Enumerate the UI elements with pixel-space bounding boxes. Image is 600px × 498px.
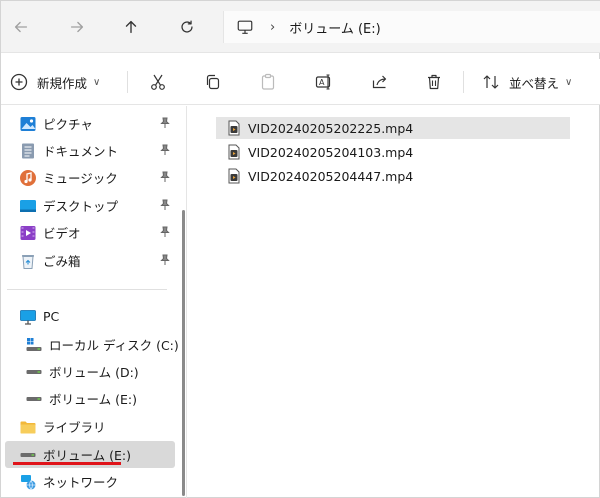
address-bar-area: › ボリューム (E:) bbox=[1, 1, 600, 53]
sidebar-divider bbox=[7, 289, 167, 290]
arrow-up-icon bbox=[125, 20, 137, 34]
address-breadcrumb[interactable]: › ボリューム (E:) bbox=[223, 11, 600, 43]
drive-icon bbox=[19, 446, 37, 464]
sidebar-item-desktop[interactable]: デスクトップ bbox=[5, 192, 175, 219]
sidebar-item-label: ピクチャ bbox=[43, 117, 93, 132]
pin-icon[interactable] bbox=[159, 171, 171, 183]
rename-button[interactable]: A bbox=[311, 67, 337, 97]
new-button[interactable]: 新規作成 ∨ bbox=[9, 67, 100, 97]
sidebar-item-label: ローカル ディスク (C:) bbox=[49, 338, 179, 353]
scissors-icon bbox=[151, 74, 165, 90]
sidebar-item-label: PC bbox=[43, 309, 60, 324]
video-file-icon bbox=[228, 144, 240, 160]
chevron-right-icon[interactable]: › bbox=[270, 20, 275, 35]
share-icon bbox=[372, 75, 387, 89]
music-icon bbox=[19, 169, 37, 187]
sidebar-item-label: デスクトップ bbox=[43, 199, 119, 214]
pc-icon bbox=[19, 308, 37, 326]
chevron-down-icon: ∨ bbox=[565, 76, 573, 88]
pin-icon[interactable] bbox=[159, 254, 171, 266]
videos-icon bbox=[19, 224, 37, 242]
breadcrumb-current[interactable]: ボリューム (E:) bbox=[289, 18, 380, 37]
red-underline-annotation bbox=[13, 462, 121, 465]
sidebar-item-label: ドキュメント bbox=[43, 144, 119, 159]
sidebar-item-pc[interactable]: PC bbox=[5, 303, 175, 330]
sidebar-item-music[interactable]: ミュージック bbox=[5, 164, 175, 191]
monitor-icon bbox=[237, 20, 253, 34]
sidebar-item-label: ネットワーク bbox=[43, 475, 119, 490]
sidebar-item-local-disk-c[interactable]: ローカル ディスク (C:) bbox=[5, 331, 179, 358]
forward-button[interactable] bbox=[63, 13, 91, 41]
up-button[interactable] bbox=[117, 13, 145, 41]
sidebar-item-pictures[interactable]: ピクチャ bbox=[5, 110, 175, 137]
rename-icon: A bbox=[315, 74, 331, 90]
sidebar-item-documents[interactable]: ドキュメント bbox=[5, 137, 175, 164]
sort-button-label: 並べ替え bbox=[509, 75, 560, 91]
file-name: VID20240205204447.mp4 bbox=[248, 168, 414, 184]
file-row[interactable]: VID20240205204447.mp4 bbox=[216, 165, 570, 187]
arrow-left-icon bbox=[14, 21, 28, 33]
copy-icon bbox=[206, 74, 220, 90]
plus-circle-icon bbox=[10, 73, 28, 91]
toolbar-divider bbox=[463, 71, 464, 93]
pin-icon[interactable] bbox=[159, 117, 171, 129]
refresh-button[interactable] bbox=[173, 13, 201, 41]
drive-icon bbox=[25, 363, 43, 381]
new-button-label: 新規作成 bbox=[37, 75, 88, 91]
sidebar-scrollbar[interactable] bbox=[182, 210, 185, 496]
chevron-down-icon: ∨ bbox=[93, 76, 101, 88]
file-name: VID20240205202225.mp4 bbox=[248, 120, 414, 136]
network-icon bbox=[19, 473, 37, 491]
sidebar-item-volume-e[interactable]: ボリューム (E:) bbox=[5, 385, 175, 412]
cut-button[interactable] bbox=[145, 67, 171, 97]
sidebar-item-label: ごみ箱 bbox=[43, 254, 81, 269]
file-row[interactable]: VID20240205202225.mp4 bbox=[216, 117, 570, 139]
back-button[interactable] bbox=[7, 13, 35, 41]
file-list: VID20240205202225.mp4 VID20240205204103.… bbox=[188, 106, 600, 498]
video-file-icon bbox=[228, 168, 240, 184]
pin-icon[interactable] bbox=[159, 144, 171, 156]
explorer-window: › ボリューム (E:) 新規作成 ∨ A 並べ替え ∨ ピクチャ ドキュメント… bbox=[0, 0, 600, 498]
pictures-icon bbox=[19, 115, 37, 133]
sidebar-item-label: ミュージック bbox=[43, 171, 118, 186]
paste-button[interactable] bbox=[255, 67, 281, 97]
drive-icon bbox=[25, 390, 43, 408]
sidebar-item-label: ボリューム (E:) bbox=[49, 392, 137, 407]
trash-icon bbox=[428, 74, 440, 90]
delete-button[interactable] bbox=[421, 67, 447, 97]
navigation-pane: ピクチャ ドキュメント ミュージック デスクトップ ビデオ ごみ箱 PC ローカ… bbox=[1, 106, 187, 498]
file-name: VID20240205204103.mp4 bbox=[248, 144, 414, 160]
video-file-icon bbox=[228, 120, 240, 136]
documents-icon bbox=[19, 142, 37, 160]
library-folder-icon bbox=[19, 418, 37, 436]
arrow-right-icon bbox=[70, 21, 84, 33]
toolbar-divider bbox=[127, 71, 128, 93]
sidebar-item-label: ビデオ bbox=[43, 226, 81, 241]
command-bar: 新規作成 ∨ A 並べ替え ∨ bbox=[1, 59, 600, 105]
sort-button[interactable]: 並べ替え ∨ bbox=[481, 67, 572, 97]
pin-icon[interactable] bbox=[159, 199, 171, 211]
clipboard-icon bbox=[261, 73, 275, 90]
sidebar-item-label: ボリューム (D:) bbox=[49, 365, 139, 380]
sidebar-item-volume-d[interactable]: ボリューム (D:) bbox=[5, 358, 175, 385]
sidebar-item-libraries[interactable]: ライブラリ bbox=[5, 413, 175, 440]
local-disk-icon bbox=[25, 336, 43, 354]
copy-button[interactable] bbox=[200, 67, 226, 97]
desktop-icon bbox=[19, 197, 37, 215]
share-button[interactable] bbox=[367, 67, 393, 97]
refresh-icon bbox=[181, 20, 193, 33]
sort-arrows-icon bbox=[483, 75, 499, 89]
pin-icon[interactable] bbox=[159, 226, 171, 238]
sidebar-item-videos[interactable]: ビデオ bbox=[5, 219, 175, 246]
file-row[interactable]: VID20240205204103.mp4 bbox=[216, 141, 570, 163]
sidebar-item-recycle-bin[interactable]: ごみ箱 bbox=[5, 247, 175, 274]
sidebar-item-network[interactable]: ネットワーク bbox=[5, 468, 175, 495]
svg-text:A: A bbox=[319, 78, 325, 87]
sidebar-item-label: ライブラリ bbox=[43, 420, 106, 435]
recycle-bin-icon bbox=[19, 252, 37, 270]
